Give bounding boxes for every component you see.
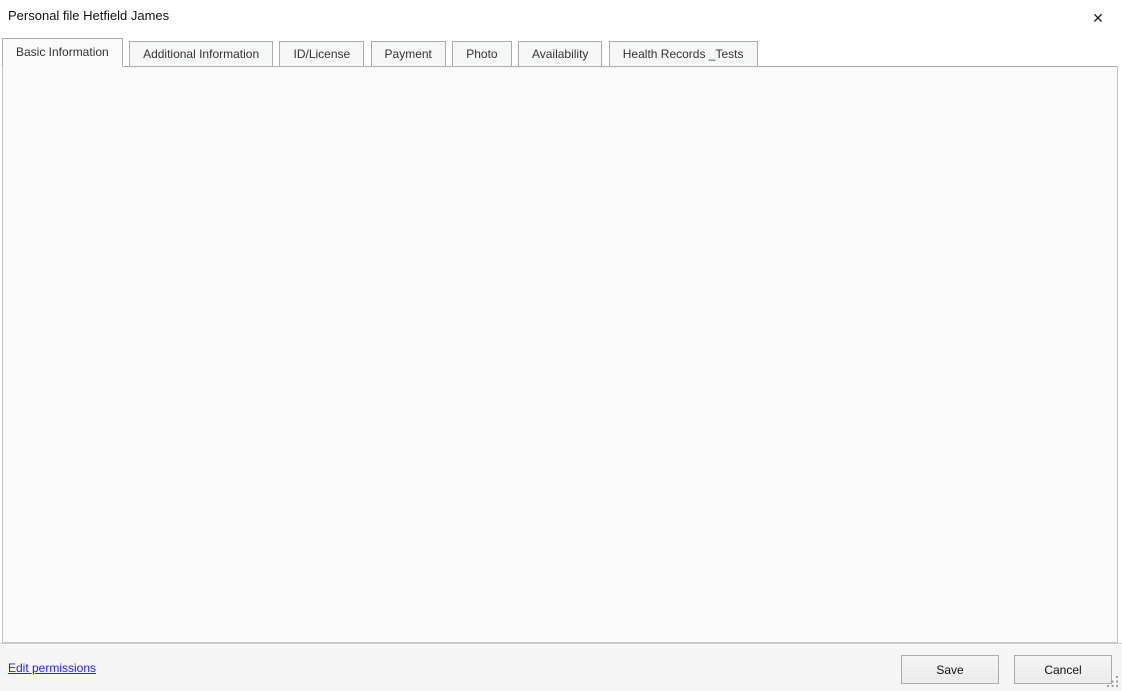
resize-grip-icon[interactable]	[1106, 675, 1119, 688]
tab-availability[interactable]: Availability	[518, 41, 602, 67]
tab-id-license[interactable]: ID/License	[279, 41, 364, 67]
dialog-title: Personal file Hetfield James	[8, 8, 169, 23]
tab-health-records-tests[interactable]: Health Records _Tests	[609, 41, 758, 67]
tab-basic-information[interactable]: Basic Information	[2, 38, 123, 67]
save-button[interactable]: Save	[901, 655, 999, 684]
edit-permissions-link[interactable]: Edit permissions	[8, 661, 96, 675]
tab-payment[interactable]: Payment	[371, 41, 446, 67]
tab-bar: Basic Information Additional Information…	[2, 38, 761, 67]
footer-divider	[0, 643, 1122, 645]
cancel-button[interactable]: Cancel	[1014, 655, 1112, 684]
personal-file-dialog: Personal file Hetfield James ✕ Basic Inf…	[0, 0, 1122, 691]
basic-information-panel	[2, 66, 1118, 643]
close-icon[interactable]: ✕	[1088, 8, 1108, 28]
tab-photo[interactable]: Photo	[452, 41, 511, 67]
tab-additional-information[interactable]: Additional Information	[129, 41, 273, 67]
